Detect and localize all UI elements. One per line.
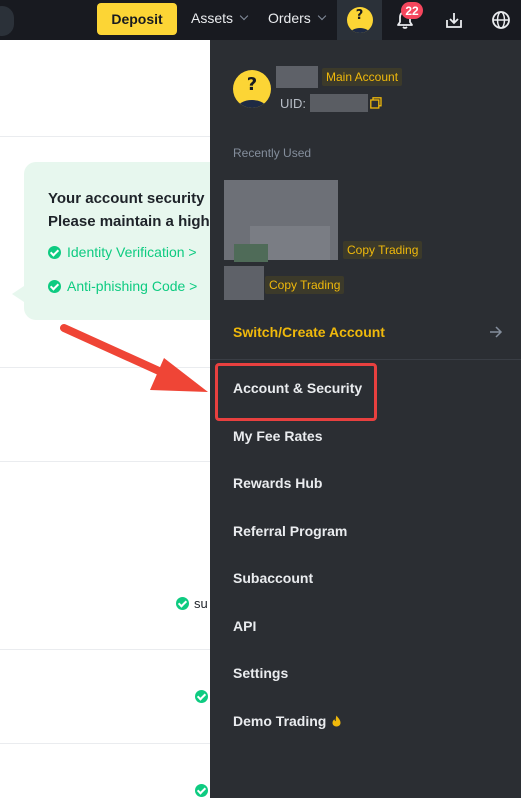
identity-verification-label: Identity Verification > [67,244,197,260]
redacted-recent-account [224,266,264,300]
menu-subaccount-label: Subaccount [233,570,314,586]
menu-my-fee-rates-label: My Fee Rates [233,428,323,444]
chevron-down-icon [317,11,327,21]
globe-icon [492,11,510,29]
annotation-highlight-box [215,363,377,421]
nav-orders[interactable]: Orders [268,10,327,26]
copy-icon[interactable] [370,97,382,109]
download-icon [446,13,462,28]
anti-phishing-label: Anti-phishing Code > [67,278,198,294]
notification-badge: 22 [401,2,423,19]
copy-trading-tag: Copy Trading [265,276,345,294]
profile-menu-button[interactable]: ? [337,0,382,40]
redacted-recent-account [234,244,268,262]
divider [0,743,210,744]
tooltip-pointer [12,286,24,302]
background-page [0,40,210,798]
copy-trading-tag: Copy Trading [343,241,423,259]
divider [0,649,210,650]
menu-divider [210,359,521,360]
menu-settings[interactable]: Settings [233,665,288,681]
menu-demo-trading[interactable]: Demo Trading [233,713,341,729]
menu-my-fee-rates[interactable]: My Fee Rates [233,428,322,444]
security-tip-subtitle: Please maintain a high [48,213,210,230]
main-account-tag: Main Account [322,68,403,86]
menu-settings-label: Settings [233,665,289,681]
top-navigation-bar: Deposit Assets Orders ? 22 [0,0,521,40]
security-tip-title: Your account security [48,190,205,207]
nav-orders-label: Orders [268,10,311,26]
recently-used-label: Recently Used [233,146,312,160]
status-text: su [194,596,208,611]
menu-subaccount[interactable]: Subaccount [233,570,313,586]
deposit-button[interactable]: Deposit [97,3,177,35]
chevron-down-icon [239,11,249,21]
nav-assets[interactable]: Assets [191,10,249,26]
menu-demo-trading-label: Demo Trading [233,713,327,729]
check-circle-icon [195,784,208,797]
menu-referral-program-label: Referral Program [233,523,348,539]
divider [0,367,210,368]
fire-icon [332,715,341,727]
menu-api-label: API [233,618,257,634]
download-button[interactable] [442,8,466,32]
anti-phishing-link[interactable]: Anti-phishing Code > [48,278,197,294]
redacted-uid [310,94,368,112]
menu-rewards-hub[interactable]: Rewards Hub [233,475,322,491]
divider [0,461,210,462]
nav-assets-label: Assets [191,10,234,26]
avatar-icon: ? [346,7,373,33]
menu-rewards-hub-label: Rewards Hub [233,475,323,491]
arrow-right-icon [490,326,503,338]
menu-referral-program[interactable]: Referral Program [233,523,347,539]
switch-create-account-label: Switch/Create Account [233,324,385,340]
uid-label: UID: [280,96,306,111]
language-button[interactable] [489,8,513,32]
check-circle-icon [48,279,61,293]
switch-create-account[interactable]: Switch/Create Account [233,324,503,340]
search-box-edge[interactable] [0,6,14,36]
redacted-username [276,66,318,88]
avatar-icon: ? [233,70,271,108]
check-circle-icon [48,245,61,259]
identity-verification-link[interactable]: Identity Verification > [48,244,197,260]
menu-api[interactable]: API [233,618,256,634]
check-circle-icon [176,597,189,610]
security-tip-card [24,162,224,320]
check-circle-icon [195,690,208,703]
status-item: su [176,596,208,611]
divider [0,136,210,137]
